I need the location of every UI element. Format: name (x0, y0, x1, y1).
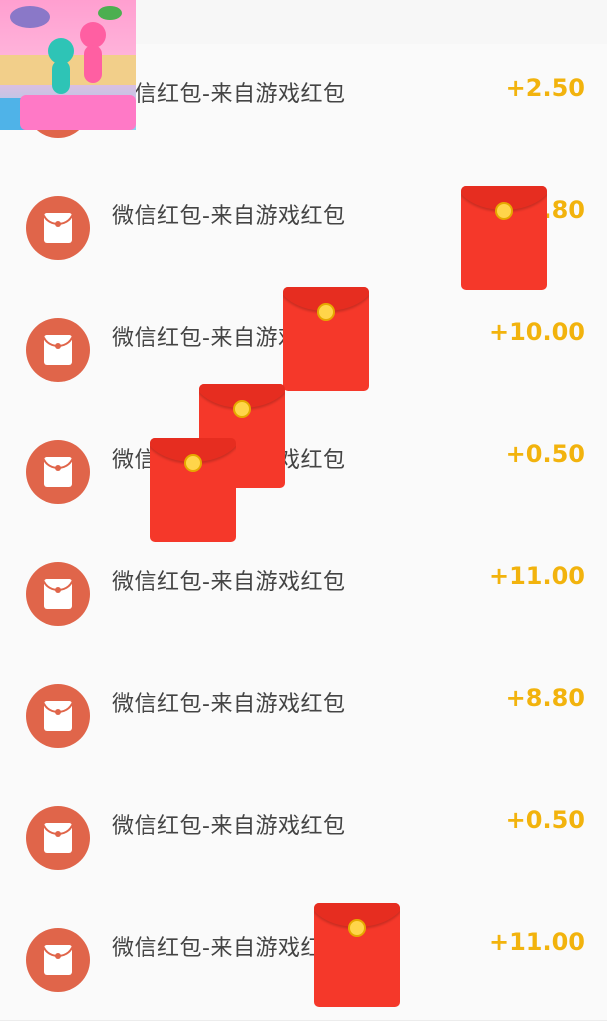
list-item[interactable]: 微信红包-来自游戏红包 +0.50 (0, 410, 607, 533)
red-envelope-icon (44, 335, 72, 365)
red-envelope-icon (44, 579, 72, 609)
red-packet-icon[interactable] (283, 287, 369, 391)
game-thumbnail[interactable] (0, 0, 136, 130)
avatar (26, 196, 90, 260)
record-title: 微信红包-来自游戏红包 (112, 692, 346, 717)
record-amount: +2.50 (505, 74, 585, 102)
record-amount: +10.00 (488, 318, 585, 346)
red-packet-icon[interactable] (461, 186, 547, 290)
red-packet-icon[interactable] (314, 903, 400, 1007)
list-item[interactable]: 微信红包-来自游戏红包 +0.50 (0, 776, 607, 899)
avatar (26, 928, 90, 992)
avatar (26, 562, 90, 626)
list-item[interactable]: 微信红包-来自游戏红包 +11.00 (0, 898, 607, 1021)
record-title: 微信红包-来自游戏红包 (112, 204, 346, 229)
red-envelope-icon (44, 823, 72, 853)
record-title: 微信红包-来自游戏红包 (112, 570, 346, 595)
record-amount: +11.00 (488, 928, 585, 956)
list-item[interactable]: 微信红包-来自游戏红包 +8.80 (0, 654, 607, 777)
avatar (26, 684, 90, 748)
record-amount: +11.00 (488, 562, 585, 590)
record-title: 微信红包-来自游戏红包 (112, 936, 346, 961)
list-item[interactable]: 微信红包-来自游戏红包 +11.00 (0, 532, 607, 655)
record-amount: +0.50 (505, 440, 585, 468)
record-title: 微信红包-来自游戏红包 (112, 814, 346, 839)
red-envelope-icon (44, 213, 72, 243)
red-envelope-icon (44, 457, 72, 487)
avatar (26, 806, 90, 870)
red-envelope-icon (44, 945, 72, 975)
red-packet-icon[interactable] (150, 438, 236, 542)
record-title: 微信红包-来自游戏红包 (112, 82, 346, 107)
red-envelope-icon (44, 701, 72, 731)
record-amount: +0.50 (505, 806, 585, 834)
record-amount: +8.80 (505, 684, 585, 712)
avatar (26, 440, 90, 504)
avatar (26, 318, 90, 382)
